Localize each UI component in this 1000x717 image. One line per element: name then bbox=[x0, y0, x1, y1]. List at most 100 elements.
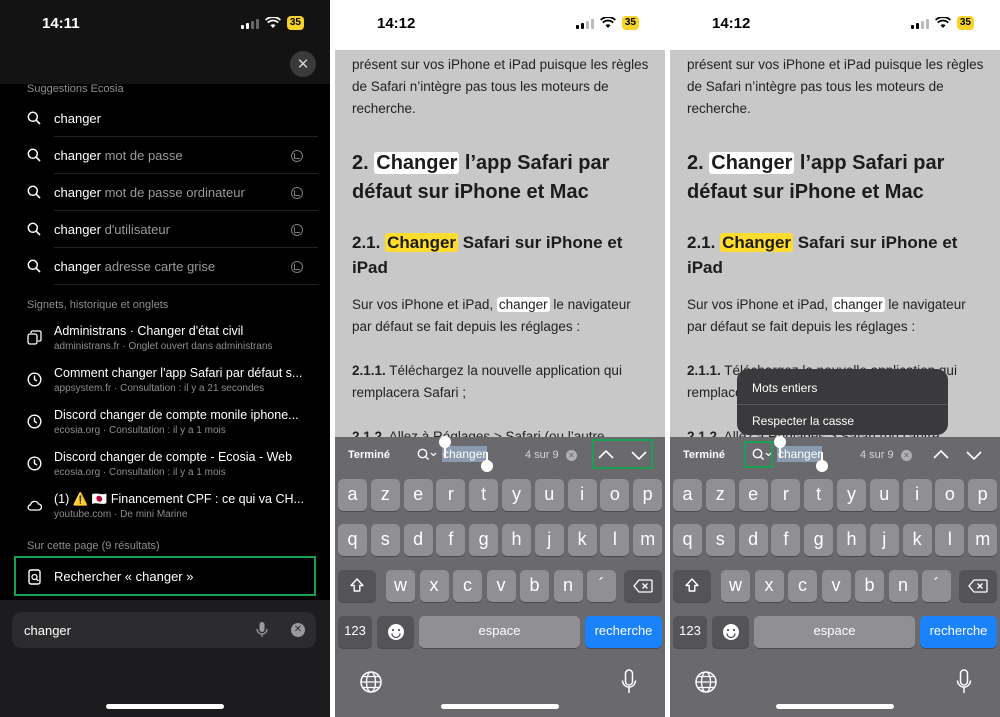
key-c[interactable]: c bbox=[788, 570, 817, 602]
key-c[interactable]: c bbox=[453, 570, 482, 602]
suggestion-row[interactable]: changer mot de passe ordinateur bbox=[0, 174, 330, 211]
done-button[interactable]: Terminé bbox=[348, 449, 390, 461]
key-x[interactable]: x bbox=[419, 570, 449, 602]
history-row[interactable]: (1) ⚠️ 🇯🇵 Financement CPF : ce qui va CH… bbox=[0, 490, 330, 532]
key-l[interactable]: l bbox=[600, 524, 630, 556]
history-row[interactable]: Comment changer l'app Safari par défaut … bbox=[0, 364, 330, 406]
key-z[interactable]: z bbox=[705, 479, 735, 511]
microphone-icon[interactable] bbox=[956, 669, 972, 695]
address-search-input[interactable]: changer ✕ bbox=[12, 612, 316, 648]
search-options-icon[interactable] bbox=[417, 448, 437, 462]
emoji-key[interactable] bbox=[712, 616, 749, 648]
suggestion-row[interactable]: changer d'utilisateur bbox=[0, 211, 330, 248]
key-y[interactable]: y bbox=[502, 479, 531, 511]
key-z[interactable]: z bbox=[370, 479, 400, 511]
microphone-icon[interactable] bbox=[256, 621, 268, 639]
key-e[interactable]: e bbox=[403, 479, 433, 511]
key-u[interactable]: u bbox=[534, 479, 564, 511]
history-row[interactable]: Discord changer de compte monile iphone.… bbox=[0, 406, 330, 448]
key-f[interactable]: f bbox=[436, 524, 466, 556]
key-m[interactable]: m bbox=[633, 524, 663, 556]
key-p[interactable]: p bbox=[968, 479, 998, 511]
globe-icon[interactable] bbox=[359, 670, 383, 694]
numbers-key[interactable]: 123 bbox=[338, 616, 372, 648]
key-b[interactable]: b bbox=[855, 570, 884, 602]
key-o[interactable]: o bbox=[600, 479, 630, 511]
key-accent[interactable]: ´ bbox=[922, 570, 951, 602]
done-button[interactable]: Terminé bbox=[683, 449, 725, 461]
suggestion-row[interactable]: changer bbox=[0, 100, 330, 137]
key-q[interactable]: q bbox=[673, 524, 702, 556]
menu-item-match-case[interactable]: Respecter la casse bbox=[752, 414, 854, 428]
find-input[interactable]: changer bbox=[777, 446, 823, 462]
find-input[interactable]: changer bbox=[442, 446, 488, 462]
key-b[interactable]: b bbox=[520, 570, 549, 602]
key-n[interactable]: n bbox=[888, 570, 918, 602]
shift-key[interactable] bbox=[673, 570, 711, 602]
key-v[interactable]: v bbox=[486, 570, 516, 602]
key-h[interactable]: h bbox=[502, 524, 531, 556]
key-y[interactable]: y bbox=[837, 479, 866, 511]
backspace-key[interactable] bbox=[624, 570, 662, 602]
chevron-up-icon[interactable] bbox=[932, 447, 950, 463]
clear-find-icon[interactable]: ✕ bbox=[901, 450, 912, 461]
suggestion-row[interactable]: changer adresse carte grise bbox=[0, 248, 330, 285]
key-j[interactable]: j bbox=[534, 524, 564, 556]
backspace-key[interactable] bbox=[959, 570, 997, 602]
find-on-page-row[interactable]: Rechercher « changer » bbox=[14, 556, 316, 596]
close-button[interactable]: ✕ bbox=[290, 51, 316, 77]
search-key[interactable]: recherche bbox=[920, 616, 997, 648]
selection-handle-end[interactable] bbox=[481, 460, 493, 472]
suggestion-row[interactable]: changer mot de passe bbox=[0, 137, 330, 174]
chevron-down-icon[interactable] bbox=[965, 447, 983, 463]
fill-arrow-icon[interactable] bbox=[291, 261, 303, 273]
key-i[interactable]: i bbox=[567, 479, 597, 511]
shift-key[interactable] bbox=[338, 570, 376, 602]
key-p[interactable]: p bbox=[633, 479, 663, 511]
space-key[interactable]: espace bbox=[419, 616, 580, 648]
key-n[interactable]: n bbox=[553, 570, 583, 602]
key-t[interactable]: t bbox=[804, 479, 834, 511]
fill-arrow-icon[interactable] bbox=[291, 187, 303, 199]
key-k[interactable]: k bbox=[567, 524, 597, 556]
key-g[interactable]: g bbox=[804, 524, 834, 556]
clear-search-icon[interactable]: ✕ bbox=[291, 623, 305, 637]
key-a[interactable]: a bbox=[673, 479, 702, 511]
microphone-icon[interactable] bbox=[621, 669, 637, 695]
fill-arrow-icon[interactable] bbox=[291, 224, 303, 236]
search-key[interactable]: recherche bbox=[585, 616, 662, 648]
key-d[interactable]: d bbox=[403, 524, 433, 556]
emoji-key[interactable] bbox=[377, 616, 414, 648]
key-f[interactable]: f bbox=[771, 524, 801, 556]
key-e[interactable]: e bbox=[738, 479, 768, 511]
key-s[interactable]: s bbox=[705, 524, 735, 556]
key-g[interactable]: g bbox=[469, 524, 499, 556]
key-s[interactable]: s bbox=[370, 524, 400, 556]
key-w[interactable]: w bbox=[386, 570, 415, 602]
selection-handle-end[interactable] bbox=[816, 460, 828, 472]
key-r[interactable]: r bbox=[436, 479, 466, 511]
key-x[interactable]: x bbox=[754, 570, 784, 602]
key-t[interactable]: t bbox=[469, 479, 499, 511]
key-w[interactable]: w bbox=[721, 570, 750, 602]
key-u[interactable]: u bbox=[869, 479, 899, 511]
key-l[interactable]: l bbox=[935, 524, 965, 556]
key-i[interactable]: i bbox=[902, 479, 932, 511]
key-accent[interactable]: ´ bbox=[587, 570, 616, 602]
key-j[interactable]: j bbox=[869, 524, 899, 556]
key-o[interactable]: o bbox=[935, 479, 965, 511]
key-h[interactable]: h bbox=[837, 524, 866, 556]
key-m[interactable]: m bbox=[968, 524, 998, 556]
fill-arrow-icon[interactable] bbox=[291, 150, 303, 162]
key-v[interactable]: v bbox=[821, 570, 851, 602]
key-a[interactable]: a bbox=[338, 479, 367, 511]
history-row[interactable]: Administrans · Changer d'état civil admin… bbox=[0, 322, 330, 364]
key-k[interactable]: k bbox=[902, 524, 932, 556]
key-r[interactable]: r bbox=[771, 479, 801, 511]
globe-icon[interactable] bbox=[694, 670, 718, 694]
clear-find-icon[interactable]: ✕ bbox=[566, 450, 577, 461]
history-row[interactable]: Discord changer de compte - Ecosia - Web… bbox=[0, 448, 330, 490]
key-d[interactable]: d bbox=[738, 524, 768, 556]
menu-item-whole-words[interactable]: Mots entiers bbox=[752, 381, 817, 395]
space-key[interactable]: espace bbox=[754, 616, 915, 648]
